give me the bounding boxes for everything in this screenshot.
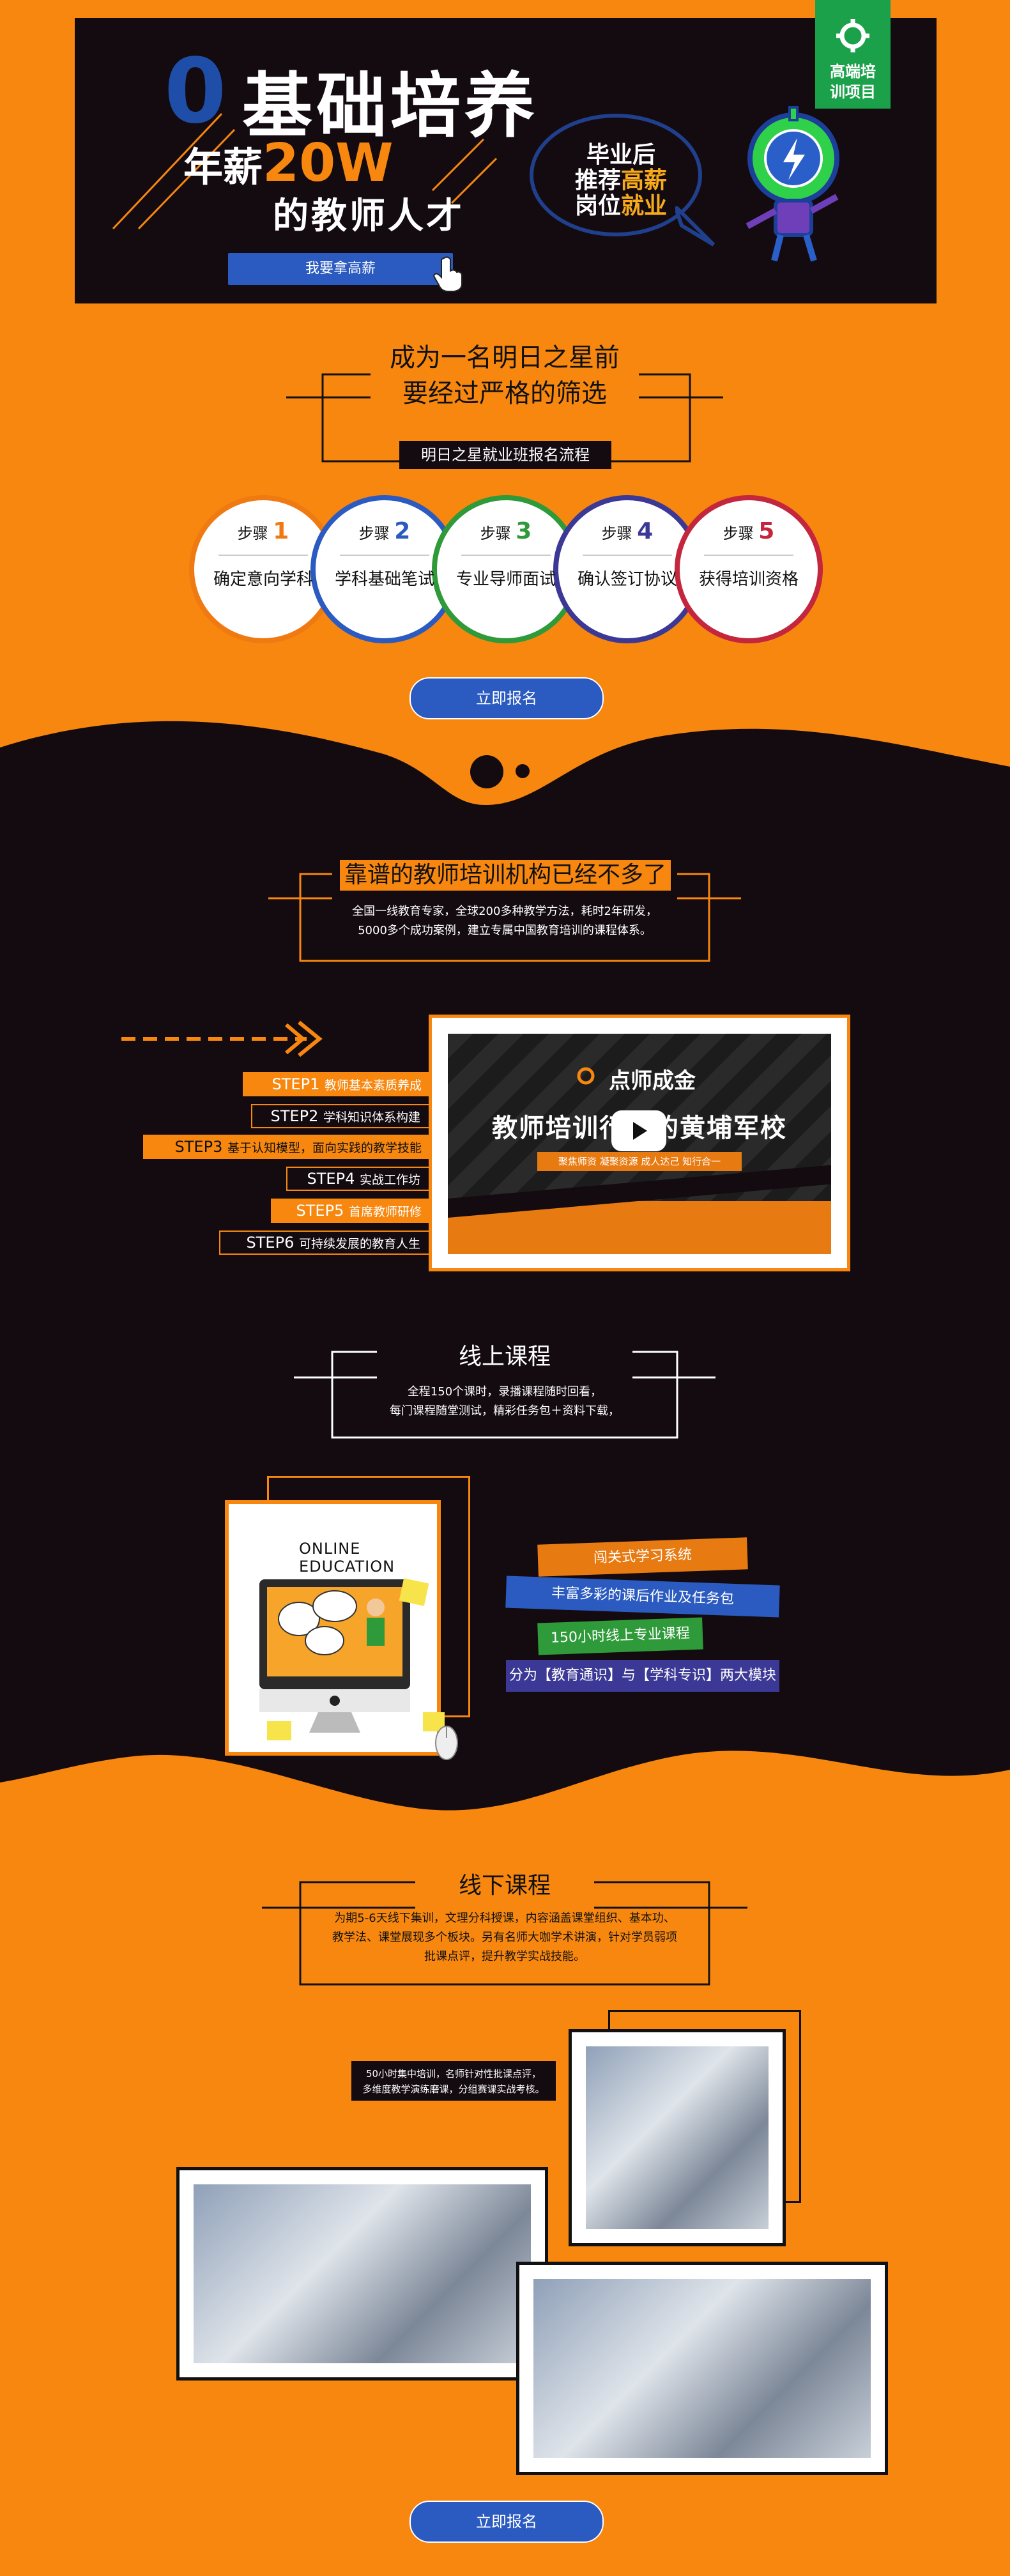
- online-tag-4: 分为【教育通识】与【学科专识】两大模块: [506, 1660, 779, 1692]
- apply-now-button-bottom[interactable]: 立即报名: [409, 2501, 604, 2543]
- hero-zero: 0: [164, 40, 226, 144]
- step-list-item-3: STEP3 基于认知模型，面向实践的教学技能: [143, 1135, 431, 1159]
- training-photo-3: [516, 2262, 888, 2475]
- offline-desc-line-2: 教学法、课堂展现多个板块。另有名师大咖学术讲演，针对学员弱项: [332, 1931, 677, 1944]
- step-list-item-2: STEP2 学科知识体系构建: [251, 1104, 431, 1128]
- online-education-caption: ONLINE EDUCATION: [299, 1540, 395, 1575]
- online-desc-line-1: 全程150个课时，录播课程随时回看，: [407, 1385, 602, 1399]
- hand-cursor-icon: [432, 256, 463, 292]
- offline-note-line-2: 多维度教学演练磨课，分组赛课实战考核。: [362, 2083, 545, 2095]
- hero-subtitle: 的教师人才: [273, 195, 464, 237]
- robot-mascot-icon: [746, 106, 839, 262]
- brand-gear-icon: [577, 1067, 595, 1085]
- online-title: 线上课程: [458, 1344, 551, 1370]
- hero-salary: 年薪20W: [183, 133, 394, 194]
- step-number: 1: [273, 518, 289, 544]
- step-list-item-4: STEP4 实战工作坊: [286, 1167, 431, 1191]
- institution-desc-line-2: 5000多个成功案例，建立专属中国教育培训的课程体系。: [358, 924, 652, 937]
- online-education-illustration: ONLINE EDUCATION: [225, 1500, 445, 1756]
- gear-icon: [836, 19, 869, 52]
- hero-salary-value: 20W: [263, 133, 394, 194]
- bubble-line-2: 推荐高薪: [574, 167, 668, 194]
- offline-desc-line-1: 为期5-6天线下集训，文理分科授课，内容涵盖课堂组织、基本功、: [334, 1912, 675, 1925]
- bubble-line-3: 岗位就业: [574, 193, 668, 219]
- badge-text: 高端培训项目: [830, 63, 876, 101]
- step-list-item-6: STEP6 可持续发展的教育人生: [219, 1230, 431, 1255]
- computer-monitor-icon: [259, 1578, 445, 1740]
- step-number: 5: [758, 518, 775, 544]
- video-brand: 点师成金: [609, 1068, 696, 1094]
- step-list-item-1: STEP1 教师基本素质养成: [243, 1072, 431, 1096]
- offline-title: 线下课程: [458, 1873, 551, 1899]
- step-5: 步骤 5 获得培训资格: [675, 518, 823, 590]
- offline-note: 50小时集中培训，名师针对性批课点评， 多维度教学演练磨课，分组赛课实战考核。: [351, 2061, 556, 2101]
- intro-video[interactable]: 点师成金 教师培训行业的黄埔军校 聚焦师资 凝聚资源 成人达己 知行合一: [429, 1015, 850, 1271]
- process-title: 成为一名明日之星前 要经过严格的筛选: [345, 340, 664, 411]
- bubble-line-1: 毕业后: [586, 142, 655, 168]
- process-title-line-2: 要经过严格的筛选: [402, 379, 607, 408]
- premium-program-badge: 高端培训项目: [815, 0, 891, 109]
- offline-note-line-1: 50小时集中培训，名师针对性批课点评，: [365, 2068, 542, 2080]
- get-high-salary-button[interactable]: 我要拿高薪: [228, 253, 453, 285]
- video-thumbnail: 点师成金 教师培训行业的黄埔军校 聚焦师资 凝聚资源 成人达己 知行合一: [448, 1034, 831, 1254]
- offline-desc-line-3: 批课点评，提升教学实战技能。: [424, 1950, 585, 1963]
- hero-banner: 0 基础培养 年薪20W 的教师人才 我要拿高薪 毕业后 推荐高薪 岗位就业: [75, 18, 937, 303]
- offline-description: 为期5-6天线下集训，文理分科授课，内容涵盖课堂组织、基本功、 教学法、课堂展现…: [319, 1909, 690, 1966]
- process-subtitle: 明日之星就业班报名流程: [399, 441, 611, 469]
- institution-description: 全国一线教育专家，全球200多种教学方法，耗时2年研发， 5000多个成功案例，…: [319, 902, 690, 940]
- training-photo-2: [176, 2167, 548, 2380]
- step-number: 4: [637, 518, 654, 544]
- online-description: 全程150个课时，录播课程随时回看， 每门课程随堂测试，精彩任务包＋资料下载，: [345, 1383, 664, 1421]
- mouse-icon: [435, 1726, 458, 1760]
- institution-title: 靠谱的教师培训机构已经不多了: [340, 860, 671, 891]
- institution-desc-line-1: 全国一线教育专家，全球200多种教学方法，耗时2年研发，: [352, 905, 657, 918]
- arrow-right-icon: [121, 1020, 323, 1057]
- hero-salary-prefix: 年薪: [183, 144, 263, 190]
- process-title-line-1: 成为一名明日之星前: [390, 343, 620, 372]
- step-number: 2: [394, 518, 411, 544]
- play-icon: [633, 1122, 647, 1140]
- play-button[interactable]: [611, 1110, 666, 1151]
- process-steps: 步骤 1 确定意向学科 步骤 2 学科基础笔试 步骤 3 专业导师面试 步骤 4…: [189, 495, 828, 643]
- bubble-text: 毕业后 推荐高薪 岗位就业: [557, 142, 685, 219]
- online-tag-3: 150小时线上专业课程: [537, 1617, 703, 1655]
- online-desc-line-2: 每门课程随堂测试，精彩任务包＋资料下载，: [390, 1404, 620, 1418]
- step-number: 3: [516, 518, 532, 544]
- training-photo-1: [569, 2029, 786, 2246]
- video-tagline: 聚焦师资 凝聚资源 成人达己 知行合一: [537, 1152, 742, 1171]
- step-name: 获得培训资格: [698, 570, 799, 589]
- step-list-item-5: STEP5 首席教师研修: [271, 1199, 431, 1223]
